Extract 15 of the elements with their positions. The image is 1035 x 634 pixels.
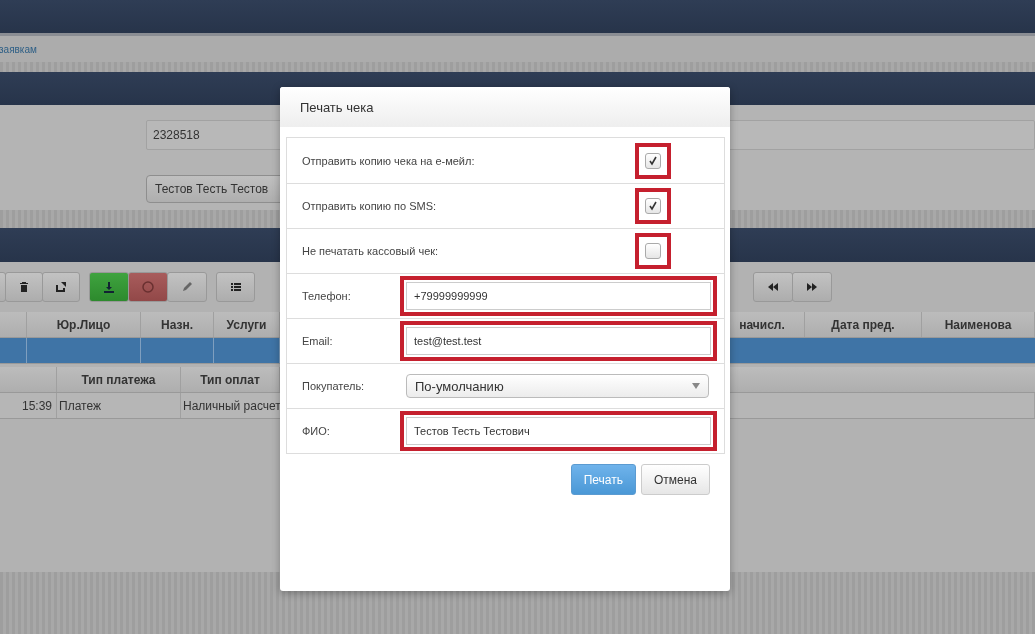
table-cell: 15:39: [0, 393, 57, 418]
column-header: Назн.: [141, 312, 214, 337]
column-header: Наименова: [922, 312, 1035, 337]
column-header: Тип платежа: [57, 367, 181, 392]
field-label: Email:: [301, 335, 334, 347]
field-label: Телефон:: [301, 290, 352, 302]
column-header: Дата пред.: [805, 312, 922, 337]
table-cell: Платеж: [57, 393, 181, 418]
field-label: Отправить копию по SMS:: [301, 200, 437, 212]
dialog-title: Печать чека: [300, 99, 374, 115]
field-label: Отправить копию чека на е-мейл:: [301, 154, 475, 167]
field-label: Покупатель:: [301, 380, 366, 392]
field-label: ФИО:: [301, 425, 331, 437]
field-label: Не печатать кассовый чек:: [301, 245, 439, 257]
column-header: Юр.Лицо: [27, 312, 141, 337]
